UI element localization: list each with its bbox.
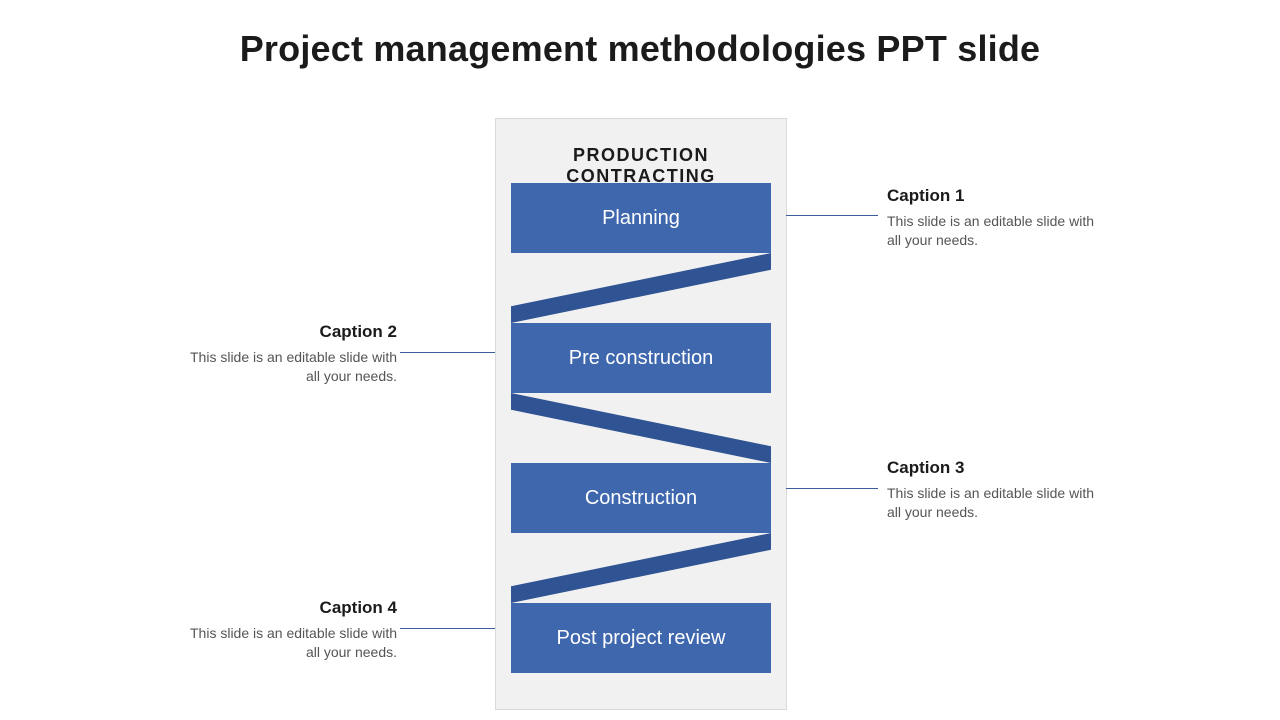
caption-body: This slide is an editable slide with all… — [177, 624, 397, 662]
step-post-project-review: Post project review — [511, 603, 771, 673]
slide-stage: Project management methodologies PPT sli… — [0, 0, 1280, 720]
caption-2: Caption 2 This slide is an editable slid… — [177, 322, 397, 386]
ribbon-connector-icon — [511, 393, 771, 463]
caption-body: This slide is an editable slide with all… — [887, 212, 1107, 250]
step-label: Pre construction — [569, 347, 714, 370]
caption-body: This slide is an editable slide with all… — [177, 348, 397, 386]
step-label: Construction — [585, 487, 697, 510]
panel-title: PRODUCTION CONTRACTING — [496, 145, 786, 187]
ribbon-connector-icon — [511, 253, 771, 323]
leader-line-icon — [400, 628, 495, 629]
caption-body: This slide is an editable slide with all… — [887, 484, 1107, 522]
caption-title: Caption 3 — [887, 458, 1107, 478]
leader-line-icon — [786, 215, 878, 216]
caption-1: Caption 1 This slide is an editable slid… — [887, 186, 1107, 250]
caption-title: Caption 2 — [177, 322, 397, 342]
step-label: Planning — [602, 207, 680, 230]
step-label: Post project review — [557, 627, 726, 650]
process-panel: PRODUCTION CONTRACTING Planning Pre cons… — [495, 118, 787, 710]
caption-title: Caption 1 — [887, 186, 1107, 206]
ribbon-connector-icon — [511, 533, 771, 603]
step-pre-construction: Pre construction — [511, 323, 771, 393]
slide-title: Project management methodologies PPT sli… — [0, 28, 1280, 70]
step-construction: Construction — [511, 463, 771, 533]
step-planning: Planning — [511, 183, 771, 253]
leader-line-icon — [400, 352, 495, 353]
leader-line-icon — [786, 488, 878, 489]
caption-3: Caption 3 This slide is an editable slid… — [887, 458, 1107, 522]
caption-title: Caption 4 — [177, 598, 397, 618]
caption-4: Caption 4 This slide is an editable slid… — [177, 598, 397, 662]
